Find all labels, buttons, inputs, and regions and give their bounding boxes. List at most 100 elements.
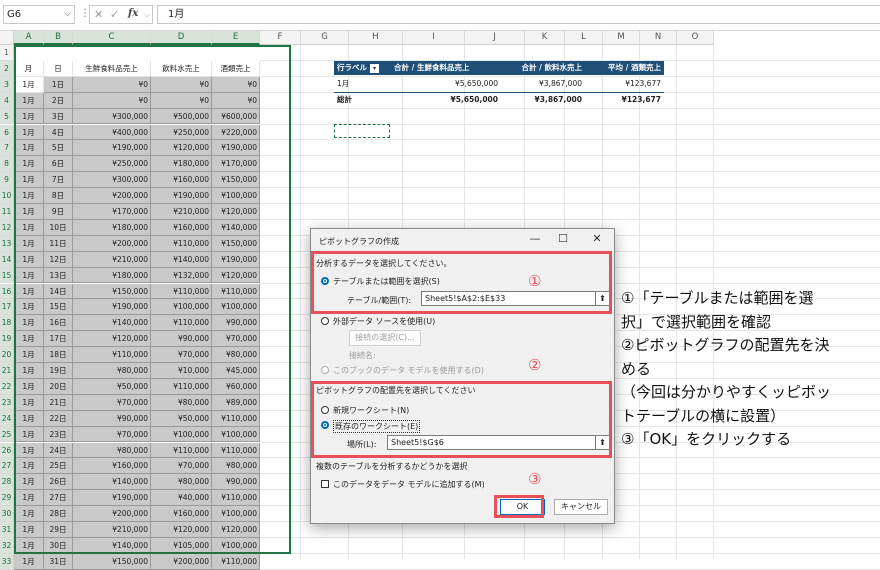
row-header[interactable]: 15 bbox=[0, 267, 14, 284]
maximize-icon[interactable]: ☐ bbox=[555, 232, 571, 245]
row-header[interactable]: 9 bbox=[0, 172, 14, 189]
table-cell[interactable]: ¥400,000 bbox=[73, 124, 151, 141]
radio-new-worksheet-label[interactable]: 新規ワークシート(N) bbox=[333, 405, 409, 416]
column-header[interactable]: L bbox=[565, 31, 603, 45]
insert-function-icon[interactable]: fx bbox=[128, 8, 138, 19]
table-cell[interactable]: ¥70,000 bbox=[212, 331, 260, 348]
table-cell[interactable]: 1月 bbox=[14, 108, 44, 125]
table-cell[interactable]: 1月 bbox=[14, 267, 44, 284]
pivot-total-value[interactable]: ¥123,677 bbox=[585, 93, 664, 107]
table-cell[interactable]: ¥110,000 bbox=[151, 442, 212, 459]
chevron-down-icon[interactable]: ⌵ bbox=[64, 6, 71, 23]
close-icon[interactable]: ✕ bbox=[589, 232, 605, 245]
table-cell[interactable]: 1月 bbox=[14, 124, 44, 141]
table-cell[interactable]: ¥210,000 bbox=[73, 522, 151, 538]
table-cell[interactable]: 1月 bbox=[14, 299, 44, 316]
table-cell[interactable]: ¥190,000 bbox=[73, 140, 151, 157]
table-cell[interactable]: 酒類売上 bbox=[212, 60, 260, 77]
name-box[interactable]: G6 ⌵ bbox=[3, 5, 75, 24]
radio-existing-worksheet[interactable] bbox=[321, 421, 329, 429]
table-cell[interactable]: 1月 bbox=[14, 331, 44, 348]
row-header[interactable]: 18 bbox=[0, 315, 14, 332]
table-cell[interactable]: ¥80,000 bbox=[212, 347, 260, 363]
table-cell[interactable]: 28日 bbox=[44, 506, 73, 522]
table-cell[interactable]: 1月 bbox=[14, 490, 44, 507]
row-header[interactable]: 28 bbox=[0, 474, 14, 491]
table-cell[interactable]: ¥300,000 bbox=[73, 108, 151, 125]
table-cell[interactable]: 1月 bbox=[14, 442, 44, 459]
table-cell[interactable]: 生鮮食料品売上 bbox=[73, 60, 151, 77]
table-cell[interactable]: ¥110,000 bbox=[212, 553, 260, 570]
table-cell[interactable]: 1月 bbox=[14, 553, 44, 570]
table-cell[interactable]: ¥250,000 bbox=[151, 124, 212, 141]
table-cell[interactable]: 15日 bbox=[44, 299, 73, 316]
table-cell[interactable]: ¥160,000 bbox=[151, 219, 212, 236]
row-header[interactable]: 23 bbox=[0, 394, 14, 411]
add-to-data-model-label[interactable]: このデータをデータ モデルに追加する(M) bbox=[333, 479, 485, 490]
table-cell[interactable]: 1月 bbox=[14, 283, 44, 300]
table-cell[interactable]: 1月 bbox=[14, 172, 44, 189]
pivot-value[interactable]: ¥3,867,000 bbox=[501, 77, 585, 91]
pivot-total-value[interactable]: ¥3,867,000 bbox=[501, 93, 585, 107]
table-cell[interactable]: ¥250,000 bbox=[73, 156, 151, 173]
table-cell[interactable]: ¥140,000 bbox=[73, 474, 151, 491]
table-cell[interactable]: 1月 bbox=[14, 140, 44, 157]
table-cell[interactable]: ¥160,000 bbox=[73, 458, 151, 475]
table-cell[interactable]: ¥120,000 bbox=[212, 522, 260, 538]
row-header[interactable]: 8 bbox=[0, 156, 14, 173]
table-cell[interactable]: ¥600,000 bbox=[212, 108, 260, 125]
table-cell[interactable]: 30日 bbox=[44, 537, 73, 554]
table-cell[interactable]: ¥70,000 bbox=[73, 426, 151, 443]
table-cell[interactable]: 1月 bbox=[14, 204, 44, 220]
table-cell[interactable]: ¥110,000 bbox=[73, 347, 151, 363]
table-cell[interactable]: 13日 bbox=[44, 267, 73, 284]
table-cell[interactable]: ¥80,000 bbox=[212, 458, 260, 475]
table-cell[interactable]: 1月 bbox=[14, 458, 44, 475]
column-header[interactable]: J bbox=[465, 31, 525, 45]
table-cell[interactable]: 1月 bbox=[14, 251, 44, 268]
table-cell[interactable]: ¥80,000 bbox=[151, 394, 212, 411]
table-cell[interactable]: ¥0 bbox=[212, 76, 260, 93]
table-cell[interactable]: 12日 bbox=[44, 251, 73, 268]
table-cell[interactable]: 1月 bbox=[14, 92, 44, 109]
table-cell[interactable]: ¥200,000 bbox=[151, 553, 212, 570]
row-header[interactable]: 25 bbox=[0, 426, 14, 443]
table-cell[interactable]: ¥190,000 bbox=[212, 140, 260, 157]
row-header[interactable]: 1 bbox=[0, 45, 14, 61]
table-cell[interactable]: 2日 bbox=[44, 92, 73, 109]
table-cell[interactable]: ¥132,000 bbox=[151, 267, 212, 284]
table-cell[interactable]: ¥200,000 bbox=[73, 506, 151, 522]
cancel-icon[interactable]: ✕ bbox=[94, 8, 103, 21]
table-cell[interactable]: ¥140,000 bbox=[73, 315, 151, 332]
row-header[interactable]: 6 bbox=[0, 124, 14, 141]
table-cell[interactable]: ¥190,000 bbox=[151, 188, 212, 204]
choose-connection-button[interactable]: 接続の選択(C)... bbox=[349, 330, 421, 346]
table-cell[interactable]: ¥0 bbox=[151, 92, 212, 109]
table-cell[interactable]: 29日 bbox=[44, 522, 73, 538]
row-header[interactable]: 27 bbox=[0, 458, 14, 475]
table-cell[interactable]: 3日 bbox=[44, 108, 73, 125]
table-cell[interactable]: 1月 bbox=[14, 76, 44, 93]
row-header[interactable]: 4 bbox=[0, 92, 14, 109]
table-cell[interactable]: 1日 bbox=[44, 76, 73, 93]
table-cell[interactable]: 5日 bbox=[44, 140, 73, 157]
table-cell[interactable]: 1月 bbox=[14, 347, 44, 363]
table-cell[interactable]: ¥150,000 bbox=[73, 283, 151, 300]
table-cell[interactable]: 4日 bbox=[44, 124, 73, 141]
table-cell[interactable]: 1月 bbox=[14, 410, 44, 427]
table-cell[interactable]: 1月 bbox=[14, 522, 44, 538]
table-cell[interactable]: ¥210,000 bbox=[73, 251, 151, 268]
table-cell[interactable]: ¥100,000 bbox=[151, 426, 212, 443]
radio-data-model-label[interactable]: このブックのデータ モデルを使用する(D) bbox=[333, 365, 484, 376]
row-header[interactable]: 29 bbox=[0, 490, 14, 507]
pivot-value[interactable]: ¥5,650,000 bbox=[391, 77, 501, 91]
table-cell[interactable]: 6日 bbox=[44, 156, 73, 173]
check-icon[interactable]: ✓ bbox=[110, 8, 119, 21]
table-cell[interactable]: 日 bbox=[44, 60, 73, 77]
select-all-corner[interactable] bbox=[0, 31, 14, 45]
table-cell[interactable]: ¥220,000 bbox=[212, 124, 260, 141]
table-cell[interactable]: 7日 bbox=[44, 172, 73, 189]
table-cell[interactable]: 25日 bbox=[44, 458, 73, 475]
table-cell[interactable]: 1月 bbox=[14, 426, 44, 443]
collapse-dialog-icon[interactable]: ⬆ bbox=[596, 435, 610, 450]
